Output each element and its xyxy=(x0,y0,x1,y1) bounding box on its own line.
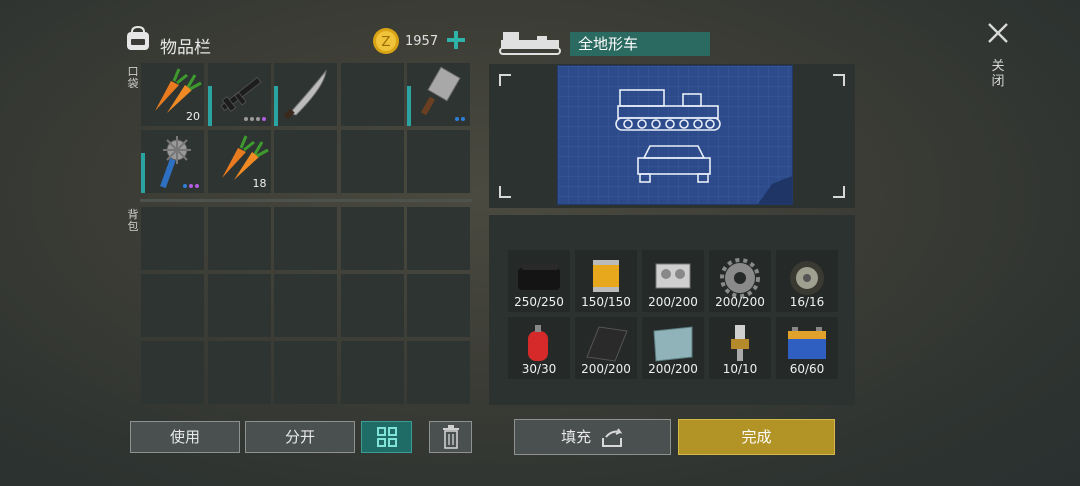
close-label[interactable]: 关闭 xyxy=(991,59,1005,89)
resource-count: 150/150 xyxy=(581,295,631,309)
coin-count: 1957 xyxy=(405,34,439,49)
trash-button[interactable] xyxy=(429,421,472,453)
pocket-slot[interactable] xyxy=(340,63,404,126)
backpack-icon xyxy=(127,26,149,50)
resource-count: 16/16 xyxy=(789,295,825,309)
pocket-slot[interactable] xyxy=(207,63,271,126)
coin-icon: Z xyxy=(373,28,399,54)
close-icon[interactable] xyxy=(985,20,1011,46)
frame-corner-tr xyxy=(833,74,845,86)
split-button[interactable]: 分开 xyxy=(245,421,355,453)
resource-slot[interactable]: 16/16 xyxy=(776,250,838,312)
backpack-slot[interactable] xyxy=(207,341,271,404)
resource-count: 30/30 xyxy=(521,362,557,376)
resource-slot[interactable]: 60/60 xyxy=(776,317,838,379)
resource-slot[interactable]: 10/10 xyxy=(709,317,771,379)
backpack-slot[interactable] xyxy=(141,341,204,404)
frame-corner-tl xyxy=(499,74,511,86)
backpack-slot[interactable] xyxy=(340,341,404,404)
inventory-title: 物品栏 xyxy=(160,38,211,58)
backpack-slot[interactable] xyxy=(340,274,404,337)
pocket-slot[interactable] xyxy=(407,130,470,193)
pocket-backpack-divider xyxy=(140,199,472,202)
pocket-slot[interactable] xyxy=(340,130,404,193)
resource-slot[interactable]: 30/30 xyxy=(508,317,570,379)
atv-vehicle-icon xyxy=(499,32,561,55)
backpack-slot[interactable] xyxy=(207,207,271,270)
backpack-slot[interactable] xyxy=(141,274,204,337)
resource-count: 200/200 xyxy=(648,295,698,309)
backpack-slot[interactable] xyxy=(207,274,271,337)
resource-slot[interactable]: 250/250 xyxy=(508,250,570,312)
resource-slot[interactable]: 200/200 xyxy=(575,317,637,379)
pocket-slot[interactable] xyxy=(407,63,470,126)
item-count: 20 xyxy=(186,110,200,123)
rarity-dots xyxy=(243,117,266,121)
resource-slot[interactable]: 150/150 xyxy=(575,250,637,312)
grid-view-icon xyxy=(376,427,397,447)
item-count: 18 xyxy=(252,177,267,190)
pocket-slot[interactable] xyxy=(274,63,337,126)
backpack-slot[interactable] xyxy=(407,274,470,337)
resource-slot[interactable]: 200/200 xyxy=(709,250,771,312)
pocket-slot[interactable] xyxy=(274,130,337,193)
fill-label: 填充 xyxy=(561,428,592,446)
pocket-slot[interactable] xyxy=(141,130,204,193)
rarity-dots xyxy=(455,117,465,121)
resource-slot[interactable]: 200/200 xyxy=(642,250,704,312)
pocket-slot[interactable]: 20 xyxy=(141,63,204,126)
frame-corner-br xyxy=(833,186,845,198)
pocket-label: 口袋 xyxy=(127,65,139,90)
add-coins-plus-icon[interactable] xyxy=(445,29,467,51)
resource-count: 60/60 xyxy=(789,362,825,376)
resource-count: 200/200 xyxy=(648,362,698,376)
svg-text:Z: Z xyxy=(382,35,391,50)
resource-slot[interactable]: 200/200 xyxy=(642,317,704,379)
fill-button[interactable]: 填充 xyxy=(514,419,671,455)
backpack-slot[interactable] xyxy=(274,341,337,404)
resource-count: 200/200 xyxy=(581,362,631,376)
backpack-slot[interactable] xyxy=(407,207,470,270)
resource-count: 250/250 xyxy=(514,295,564,309)
backpack-slot[interactable] xyxy=(141,207,204,270)
backpack-slot[interactable] xyxy=(274,207,337,270)
rarity-dots xyxy=(183,184,199,188)
fill-arrow-icon xyxy=(601,427,623,447)
backpack-slot[interactable] xyxy=(407,341,470,404)
frame-corner-bl xyxy=(499,186,511,198)
backpack-slot[interactable] xyxy=(274,274,337,337)
backpack-label: 背包 xyxy=(127,208,139,233)
vehicle-blueprint-image xyxy=(558,66,792,204)
machete-icon xyxy=(283,69,327,120)
use-button[interactable]: 使用 xyxy=(130,421,240,453)
resource-count: 10/10 xyxy=(722,362,758,376)
pocket-slot[interactable]: 18 xyxy=(207,130,271,193)
done-button[interactable]: 完成 xyxy=(678,419,835,455)
resource-count: 200/200 xyxy=(715,295,765,309)
backpack-slot[interactable] xyxy=(340,207,404,270)
grid-view-button[interactable] xyxy=(361,421,412,453)
trash-icon xyxy=(442,425,459,449)
vehicle-name: 全地形车 xyxy=(570,32,710,56)
